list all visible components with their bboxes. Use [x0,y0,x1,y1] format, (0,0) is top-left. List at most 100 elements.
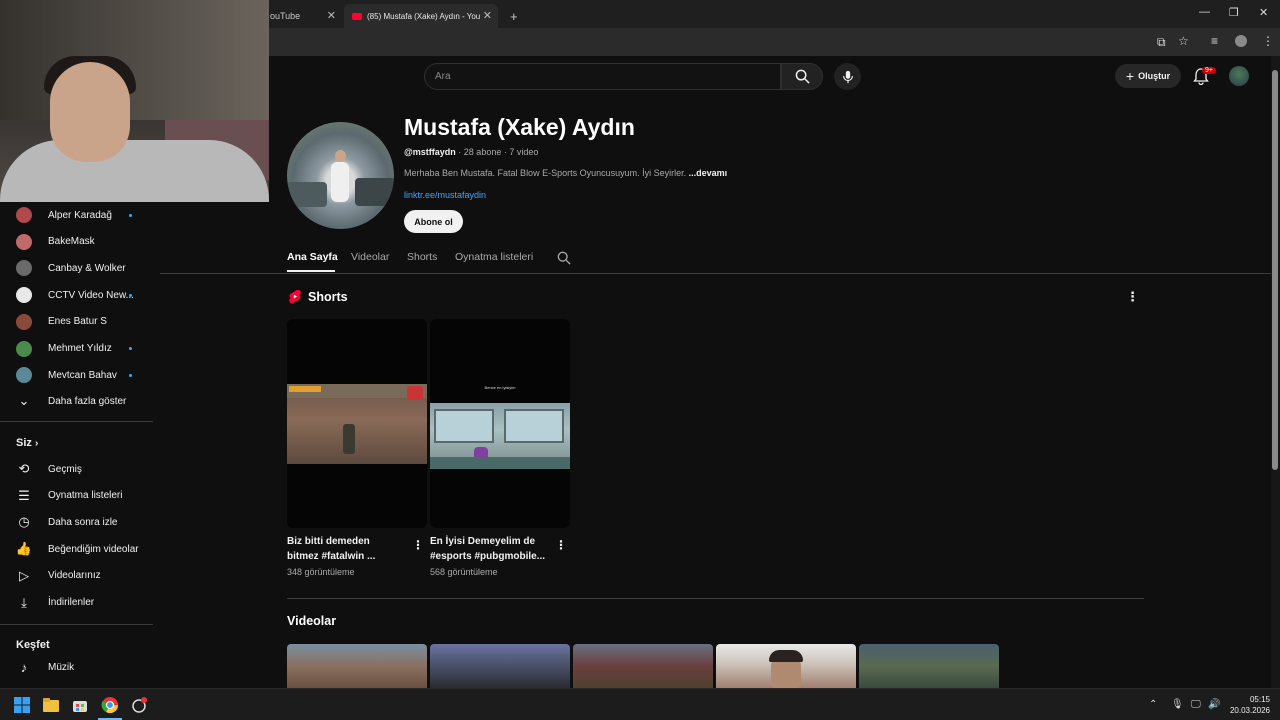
sidebar-subscription[interactable]: CCTV Video New... [0,282,155,308]
short-menu-icon[interactable]: ⋮ [412,538,424,552]
short-card[interactable]: Bence en iyisiyim [430,319,570,528]
sidebar-subscription[interactable]: Alper Karadağ [0,202,155,228]
short-title[interactable]: En İyisi Demeyelim de #esports #pubgmobil… [430,534,550,564]
new-tab-button[interactable]: + [502,4,526,28]
channel-description[interactable]: Merhaba Ben Mustafa. Fatal Blow E-Sports… [404,168,727,178]
clock[interactable]: 05:15 20.03.2026 [1222,694,1270,716]
scrollbar-thumb[interactable] [1272,70,1278,470]
short-overlay-text: Bence en iyisiyim [484,385,516,390]
tab-home[interactable]: Ana Sayfa [287,251,338,263]
sidebar-item-music[interactable]: ♪ Müzik [0,654,155,680]
chevron-right-icon: › [34,438,39,449]
microphone-icon [842,70,853,83]
tab-videos[interactable]: Videolar [351,251,389,263]
browser-tab[interactable]: ouTube ✕ [262,4,342,28]
subscription-label: Canbay & Wolker [48,262,126,274]
your-videos-icon: ▷ [19,567,29,583]
tray-overflow-icon[interactable]: ⌃ [1149,699,1157,710]
video-thumbnail[interactable] [430,644,570,688]
create-button[interactable]: + Oluştur [1115,64,1181,88]
close-tab-icon[interactable]: ✕ [483,9,492,22]
sidebar-item-like[interactable]: 👍 Beğendiğim videolar [0,536,155,562]
subscription-avatar [16,207,32,223]
sidebar-subscription[interactable]: Mevtcan Bahav [0,362,155,388]
subscriber-count: 28 abone [463,147,502,157]
bookmark-star-icon[interactable]: ☆ [1178,34,1189,48]
browser-tab-active[interactable]: (85) Mustafa (Xake) Aydın - You ✕ [344,4,498,28]
network-icon[interactable]: 🖵 [1191,699,1201,710]
video-thumbnail[interactable] [573,644,713,688]
tab-playlists[interactable]: Oynatma listeleri [455,251,533,263]
restore-icon[interactable]: ❐ [1229,6,1239,19]
download-icon: ⤓ [21,594,27,610]
like-icon: 👍 [15,541,33,557]
short-thumbnail [287,384,427,464]
windows-start-icon[interactable] [13,696,31,714]
sidebar-item-watch-later[interactable]: ◷ Daha sonra izle [0,509,155,535]
sidebar-item-your-videos[interactable]: ▷ Videolarınız [0,563,155,589]
sidebar-item-label: Daha sonra izle [48,516,118,528]
subscription-label: Mehmet Yıldız [48,343,112,354]
new-content-dot [129,293,132,297]
playlists-icon: ☰ [18,487,30,503]
chrome-icon[interactable] [101,696,119,714]
sidebar-item-download[interactable]: ⤓ İndirilenler [0,590,155,616]
tab-title: ouTube [270,11,301,21]
media-control-icon[interactable]: ≡ [1211,34,1218,48]
shorts-logo-icon [289,290,301,304]
active-tab-indicator [287,270,335,272]
video-thumbnail[interactable] [716,644,856,688]
sidebar-subscription[interactable]: Mehmet Yıldız [0,336,155,362]
volume-icon[interactable]: 🔊 [1208,699,1220,710]
profile-icon[interactable] [1235,35,1247,47]
sidebar-heading-you[interactable]: Siz › [16,437,38,449]
sidebar-item-label: İndirilenler [48,597,95,608]
microphone-tray-icon[interactable]: 🎙 [1171,699,1184,710]
videos-section-title: Videolar [287,614,337,628]
sidebar-subscription[interactable]: Canbay & Wolker [0,255,155,281]
taskbar: ⌃ 🎙 🖵 🔊 05:15 20.03.2026 [0,688,1280,720]
subscription-avatar [16,260,32,277]
section-divider [287,598,1144,599]
account-avatar[interactable] [1229,66,1249,86]
sidebar: Alper Karadağ BakeMask Canbay & Wolker CCTV… [0,202,160,688]
subscription-avatar [16,287,32,304]
sidebar-subscription[interactable]: BakeMask [0,229,155,255]
sidebar-item-history[interactable]: ⟲ Geçmiş [0,456,155,482]
history-icon: ⟲ [18,461,30,476]
video-count: 7 video [509,147,539,157]
channel-search-icon[interactable] [557,251,571,265]
install-app-icon[interactable]: ⧉ [1157,35,1166,50]
short-card[interactable] [287,319,427,528]
subscribe-button[interactable]: Abone ol [404,210,463,233]
tab-shorts[interactable]: Shorts [407,251,437,263]
browser-menu-icon[interactable]: ⋮ [1262,34,1274,48]
channel-name: Mustafa (Xake) Aydın [404,114,635,140]
subscription-avatar [16,233,32,250]
watch-later-icon: ◷ [18,514,30,530]
sidebar-show-more[interactable]: ⌄ Daha fazla göster [0,388,155,414]
close-icon[interactable]: ✕ [1259,6,1268,19]
store-icon[interactable] [71,696,89,714]
minimize-icon[interactable]: — [1199,6,1210,18]
section-menu-icon[interactable]: ⋮ [1126,289,1139,305]
new-content-dot [129,213,132,217]
file-explorer-icon[interactable] [42,696,60,714]
channel-external-link[interactable]: linktr.ee/mustafaydin [404,190,486,200]
app-icon[interactable] [130,696,148,714]
sidebar-item-playlists[interactable]: ☰ Oynatma listeleri [0,483,155,509]
short-menu-icon[interactable]: ⋮ [555,538,567,552]
description-more-link[interactable]: ...devamı [689,168,728,178]
tab-title: (85) Mustafa (Xake) Aydın - You [367,11,481,21]
search-icon [795,69,810,84]
sidebar-item-label: Oynatma listeleri [48,490,123,502]
search-button[interactable] [781,63,823,90]
voice-search-button[interactable] [834,63,861,90]
short-title[interactable]: Biz bitti demeden bitmez #fatalwin ... [287,534,407,564]
short-thumbnail [430,403,570,469]
video-thumbnail[interactable] [287,644,427,688]
search-input[interactable]: Ara [424,63,781,90]
sidebar-subscription[interactable]: Enes Batur S [0,309,155,335]
video-thumbnail[interactable] [859,644,999,688]
close-tab-icon[interactable]: ✕ [327,9,336,22]
